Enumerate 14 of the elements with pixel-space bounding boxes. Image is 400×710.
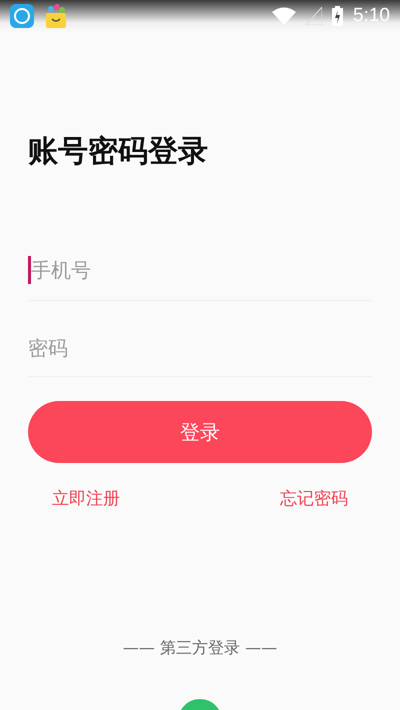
cell-signal-icon [306, 7, 322, 25]
phone-field[interactable]: 手机号 [31, 258, 331, 282]
wifi-icon [272, 7, 296, 25]
password-field[interactable]: 密码 [28, 336, 328, 360]
shopping-bag-icon[interactable] [44, 4, 68, 28]
battery-charging-icon [332, 6, 344, 26]
register-link[interactable]: 立即注册 [52, 487, 120, 510]
third-party-label: —— 第三方登录 —— [122, 638, 278, 659]
clock-time: 5:10 [353, 5, 390, 27]
login-button[interactable]: 登录 [28, 401, 372, 463]
app-icon[interactable] [10, 4, 34, 28]
text-cursor [28, 256, 31, 284]
forgot-password-link[interactable]: 忘记密码 [280, 487, 348, 510]
page-title: 账号密码登录 [28, 133, 209, 171]
